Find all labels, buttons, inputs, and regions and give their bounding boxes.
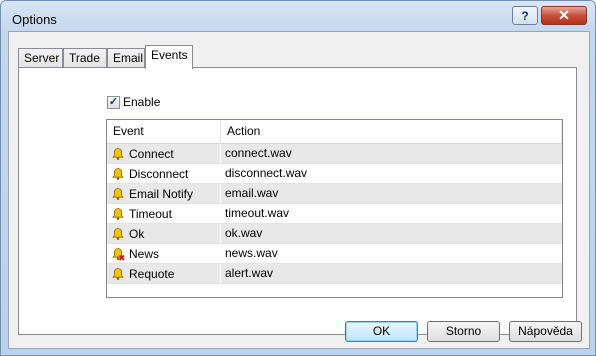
events-panel: ✓ Enable Event Action Connect connect.wav… xyxy=(18,67,577,335)
event-cell: Disconnect xyxy=(107,164,221,183)
column-header-action[interactable]: Action xyxy=(221,120,562,143)
list-item[interactable]: Timeout timeout.wav xyxy=(107,204,562,224)
bell-icon xyxy=(111,207,125,221)
enable-option[interactable]: ✓ Enable xyxy=(107,95,160,109)
options-dialog: Options ? ✕ Server Trade Email Events ✓ … xyxy=(0,0,596,356)
action-cell: ok.wav xyxy=(225,226,263,240)
action-cell: connect.wav xyxy=(225,146,292,160)
event-name: News xyxy=(129,246,160,261)
event-name: Email Notify xyxy=(129,186,194,201)
tab-server[interactable]: Server xyxy=(18,48,63,68)
close-icon: ✕ xyxy=(558,7,570,23)
tab-events[interactable]: Events xyxy=(145,45,193,69)
event-name: Requote xyxy=(129,266,175,281)
list-item[interactable]: Disconnect disconnect.wav xyxy=(107,164,562,184)
bell-icon xyxy=(111,187,125,201)
window-title: Options xyxy=(12,12,57,27)
help-button[interactable]: ? xyxy=(512,6,538,25)
list-item[interactable]: Requote alert.wav xyxy=(107,264,562,284)
event-cell: Email Notify xyxy=(107,184,221,203)
bell-icon xyxy=(111,267,125,281)
event-cell: News xyxy=(107,244,221,263)
event-name: Timeout xyxy=(129,206,172,221)
tab-trade[interactable]: Trade xyxy=(63,48,107,68)
event-cell: Requote xyxy=(107,264,221,283)
action-cell: disconnect.wav xyxy=(225,166,308,180)
enable-checkbox[interactable]: ✓ xyxy=(107,95,120,109)
list-header: Event Action xyxy=(107,120,562,144)
checkmark-icon: ✓ xyxy=(108,95,119,108)
dialog-client: Server Trade Email Events ✓ Enable Event… xyxy=(8,31,590,349)
help-dialog-button[interactable]: Nápověda xyxy=(509,321,582,342)
event-name: Ok xyxy=(129,226,145,241)
action-cell: email.wav xyxy=(225,186,279,200)
list-body: Connect connect.wav Disconnect disconnect.w… xyxy=(107,144,562,284)
action-cell: news.wav xyxy=(225,246,278,260)
bell-icon xyxy=(111,227,125,241)
column-header-event[interactable]: Event xyxy=(107,120,221,143)
bell-icon xyxy=(111,167,125,181)
enable-label: Enable xyxy=(123,95,161,109)
action-cell: timeout.wav xyxy=(225,206,290,220)
bell-disabled-icon xyxy=(111,247,125,261)
list-item[interactable]: Connect connect.wav xyxy=(107,144,562,164)
event-name: Disconnect xyxy=(129,166,189,181)
tab-email[interactable]: Email xyxy=(107,48,145,68)
list-item[interactable]: Email Notify email.wav xyxy=(107,184,562,204)
list-item[interactable]: News news.wav xyxy=(107,244,562,264)
help-icon: ? xyxy=(521,8,529,23)
events-list[interactable]: Event Action Connect connect.wav Disconnec… xyxy=(106,119,563,298)
list-item[interactable]: Ok ok.wav xyxy=(107,224,562,244)
ok-button[interactable]: OK xyxy=(345,321,418,342)
close-button[interactable]: ✕ xyxy=(541,6,587,25)
event-cell: Ok xyxy=(107,224,221,243)
action-cell: alert.wav xyxy=(225,266,274,280)
event-cell: Timeout xyxy=(107,204,221,223)
cancel-button[interactable]: Storno xyxy=(427,321,500,342)
event-cell: Connect xyxy=(107,144,221,163)
event-name: Connect xyxy=(129,146,174,161)
bell-icon xyxy=(111,147,125,161)
